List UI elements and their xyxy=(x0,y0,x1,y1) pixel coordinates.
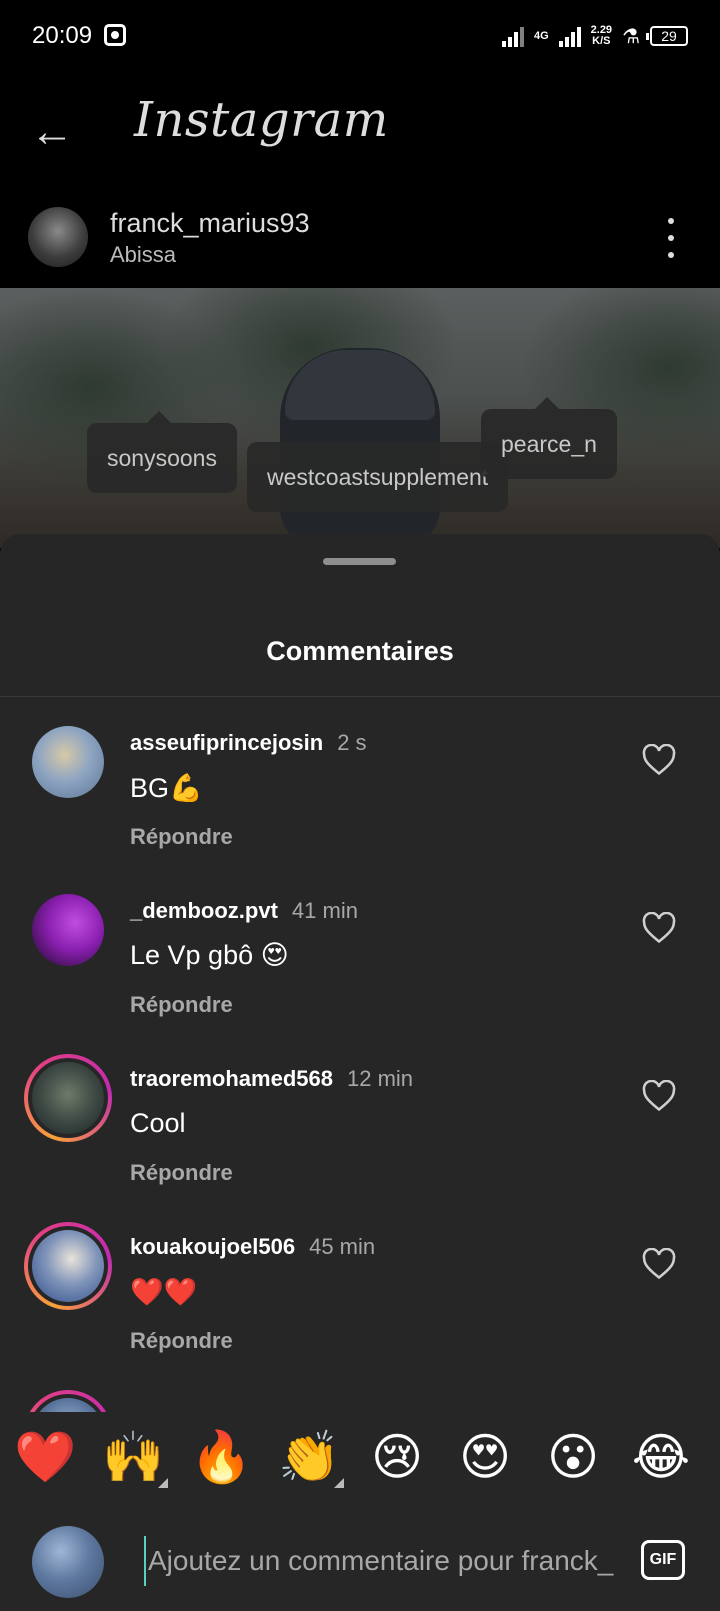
reaction-crying[interactable]: 😢 xyxy=(366,1426,428,1488)
like-heart-icon[interactable] xyxy=(642,1080,676,1112)
reply-button[interactable]: Répondre xyxy=(130,1328,233,1354)
status-bar: 20:09 4G 2.29 K/S ⚗ 29 xyxy=(0,0,720,72)
commenter-avatar[interactable] xyxy=(32,726,104,798)
comment-time: 41 min xyxy=(291,898,358,923)
reaction-clapping-glyph: 👏 xyxy=(278,1429,341,1485)
post-author-username[interactable]: franck_marius93 xyxy=(110,208,310,239)
like-heart-icon[interactable] xyxy=(642,1248,676,1280)
signal-icon xyxy=(501,25,524,47)
battery-level: 29 xyxy=(661,28,677,44)
comment-list[interactable]: asseufiprincejosin 2 s BG💪 Répondre _dem… xyxy=(0,696,720,1416)
reaction-fire[interactable]: 🔥 xyxy=(190,1426,252,1488)
user-tag-label: westcoastsupplement xyxy=(267,463,489,490)
network-speed-unit: K/S xyxy=(592,35,611,47)
comment-text: ❤️❤️ xyxy=(130,1277,198,1307)
commenter-username[interactable]: asseufiprincejosin xyxy=(130,730,323,756)
commenter-avatar-story-ring[interactable] xyxy=(24,1054,112,1142)
signal-icon-2 xyxy=(558,25,581,47)
current-user-avatar xyxy=(32,1526,104,1598)
post-location[interactable]: Abissa xyxy=(110,242,176,268)
skin-tone-indicator xyxy=(158,1478,168,1488)
network-speed: 2.29 K/S xyxy=(591,25,612,47)
like-heart-icon[interactable] xyxy=(642,744,676,776)
quick-reactions-bar: ❤️ 🙌 🔥 👏 😢 😍 😮 😂 xyxy=(0,1412,720,1506)
app-bar: ← Instagram xyxy=(0,72,720,192)
commenter-avatar[interactable] xyxy=(32,894,104,966)
commenter-username[interactable]: traoremohamed568 xyxy=(130,1066,333,1092)
comment-item: traoremohamed568 12 min Cool Répondre xyxy=(0,1032,720,1200)
instagram-logo: Instagram xyxy=(134,92,389,148)
reaction-clapping[interactable]: 👏 xyxy=(278,1426,344,1488)
reaction-heart-eyes[interactable]: 😍 xyxy=(454,1426,516,1488)
commenter-username[interactable]: kouakoujoel506 xyxy=(130,1234,295,1260)
reaction-surprised[interactable]: 😮 xyxy=(542,1426,604,1488)
reply-button[interactable]: Répondre xyxy=(130,1160,233,1186)
commenter-avatar xyxy=(32,1062,104,1134)
commenter-avatar xyxy=(32,1230,104,1302)
reply-button[interactable]: Répondre xyxy=(130,824,233,850)
post-image[interactable]: sonysoons westcoastsupplement pearce_n xyxy=(0,288,720,548)
comment-composer: GIF xyxy=(0,1506,720,1611)
status-icons: 4G 2.29 K/S ⚗ 29 xyxy=(501,22,688,50)
comment-item: kouakoujoel506 45 min ❤️❤️ Répondre xyxy=(0,1200,720,1368)
gif-button[interactable]: GIF xyxy=(641,1540,685,1580)
reaction-laughing[interactable]: 😂 xyxy=(630,1426,692,1488)
screen-record-icon xyxy=(104,24,126,46)
battery-icon: 29 xyxy=(646,26,688,46)
comment-text: BG💪 xyxy=(130,773,203,803)
network-type: 4G xyxy=(533,29,549,42)
comment-input[interactable] xyxy=(144,1536,618,1586)
more-options-icon[interactable] xyxy=(666,218,676,258)
user-tag[interactable]: westcoastsupplement xyxy=(247,442,509,512)
reaction-raising-hands-glyph: 🙌 xyxy=(102,1429,165,1485)
user-tag-label: pearce_n xyxy=(501,430,597,457)
reaction-heart[interactable]: ❤️ xyxy=(14,1426,76,1488)
user-tag-label: sonysoons xyxy=(107,444,217,471)
skin-tone-indicator xyxy=(334,1478,344,1488)
comment-item: asseufiprincejosin 2 s BG💪 Répondre xyxy=(0,696,720,864)
commenter-username[interactable]: _dembooz.pvt xyxy=(130,898,278,924)
comment-item: _dembooz.pvt 41 min Le Vp gbô 😍 Répondre xyxy=(0,864,720,1032)
user-tag[interactable]: sonysoons xyxy=(87,411,237,493)
flask-icon: ⚗ xyxy=(622,25,640,48)
sheet-title: Commentaires xyxy=(266,636,454,666)
comment-item-partial xyxy=(0,1368,720,1416)
like-heart-icon[interactable] xyxy=(642,912,676,944)
user-tag[interactable]: pearce_n xyxy=(481,397,617,479)
comment-text: Cool xyxy=(130,1108,186,1138)
clock: 20:09 xyxy=(32,22,93,49)
reaction-raising-hands[interactable]: 🙌 xyxy=(102,1426,168,1488)
commenter-avatar-story-ring[interactable] xyxy=(24,1222,112,1310)
comment-time: 2 s xyxy=(337,730,367,755)
post-author-avatar[interactable] xyxy=(28,207,88,267)
comment-time: 45 min xyxy=(309,1234,376,1259)
comment-time: 12 min xyxy=(346,1066,414,1091)
reply-button[interactable]: Répondre xyxy=(130,992,233,1018)
post-header: franck_marius93 Abissa xyxy=(0,192,720,288)
comment-text: Le Vp gbô 😍 xyxy=(130,940,289,970)
back-arrow-icon[interactable]: ← xyxy=(30,110,74,154)
drag-handle[interactable] xyxy=(323,558,396,565)
